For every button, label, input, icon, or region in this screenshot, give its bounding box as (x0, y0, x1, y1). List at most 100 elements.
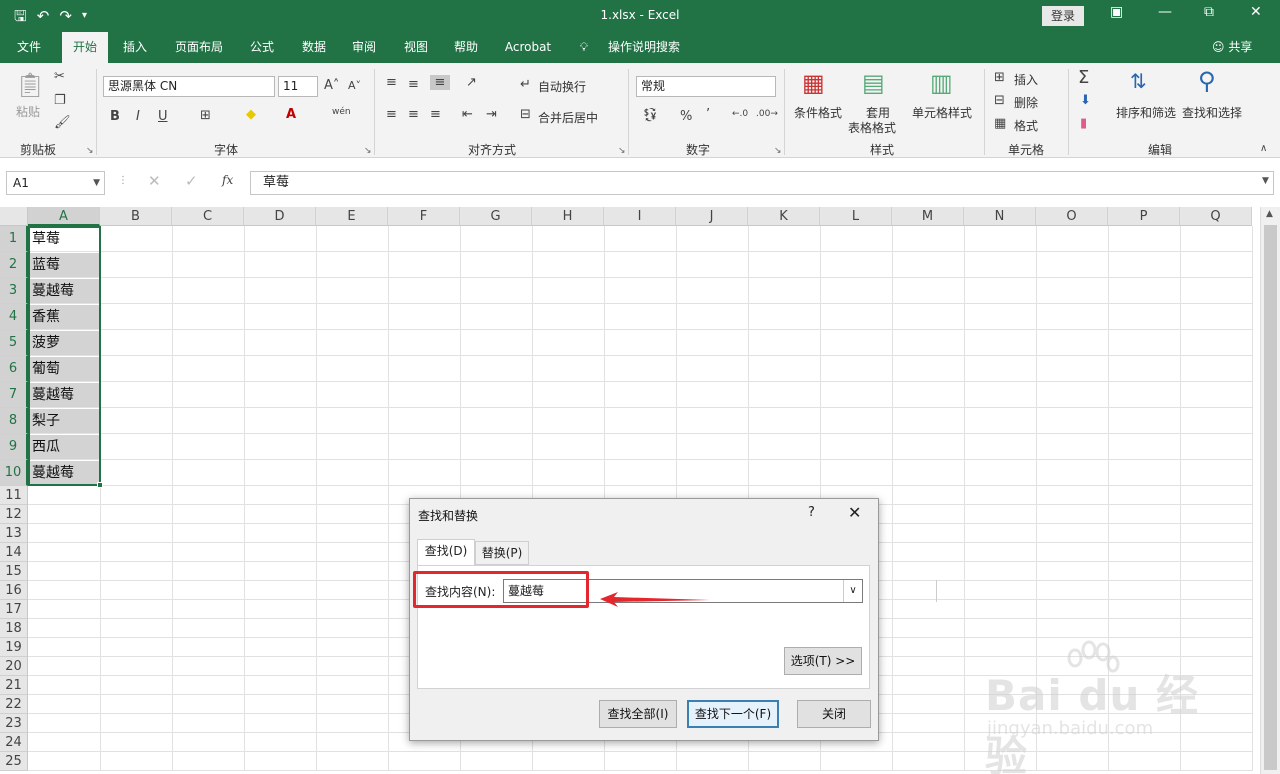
align-middle-icon[interactable]: ≡ (408, 77, 419, 92)
font-size-select[interactable]: 11 (278, 76, 318, 97)
clear-icon[interactable]: ▮ (1080, 116, 1087, 131)
scroll-up-icon[interactable]: ▲ (1266, 209, 1273, 219)
row-header-12[interactable]: 12 (0, 505, 28, 524)
login-button[interactable]: 登录 (1042, 6, 1084, 26)
comma-icon[interactable]: ’ (706, 107, 710, 122)
row-header-8[interactable]: 8 (0, 408, 28, 434)
percent-icon[interactable]: % (680, 109, 692, 124)
tab-review[interactable]: 审阅 (342, 32, 386, 63)
dialog-launcher-icon[interactable]: ↘ (618, 146, 626, 156)
row-header-17[interactable]: 17 (0, 600, 28, 619)
delete-cells-button[interactable]: 删除 (1014, 94, 1038, 111)
row-header-1[interactable]: 1 (0, 226, 28, 252)
ribbon-display-icon[interactable]: ▣ (1110, 4, 1123, 20)
collapse-ribbon-icon[interactable]: ∧ (1260, 143, 1267, 154)
column-header-q[interactable]: Q (1180, 207, 1252, 226)
row-header-11[interactable]: 11 (0, 486, 28, 505)
column-header-b[interactable]: B (100, 207, 172, 226)
format-table-line2[interactable]: 表格格式 (848, 119, 896, 136)
find-select-icon[interactable]: ⚲ (1198, 67, 1216, 95)
insert-cells-button[interactable]: 插入 (1014, 71, 1038, 88)
row-header-20[interactable]: 20 (0, 657, 28, 676)
row-header-14[interactable]: 14 (0, 543, 28, 562)
tab-replace[interactable]: 替换(P) (475, 541, 529, 565)
share-button[interactable]: ☺ 共享 (1212, 32, 1252, 63)
format-cells-button[interactable]: 格式 (1014, 117, 1038, 134)
column-header-d[interactable]: D (244, 207, 316, 226)
dialog-launcher-icon[interactable]: ↘ (364, 146, 372, 156)
tab-formulas[interactable]: 公式 (240, 32, 284, 63)
tab-file[interactable]: 文件 (6, 32, 52, 63)
row-header-21[interactable]: 21 (0, 676, 28, 695)
restore-icon[interactable]: ⧉ (1204, 4, 1214, 20)
close-button[interactable]: 关闭 (797, 700, 871, 728)
formula-input[interactable]: 草莓 (250, 171, 1274, 195)
row-header-3[interactable]: 3 (0, 278, 28, 304)
row-header-22[interactable]: 22 (0, 695, 28, 714)
row-header-18[interactable]: 18 (0, 619, 28, 638)
orientation-icon[interactable]: ↗ (466, 75, 477, 90)
number-format-select[interactable]: 常规 (636, 76, 776, 97)
conditional-format-icon[interactable]: ▦ (802, 69, 825, 97)
borders-icon[interactable]: ⊞ (200, 108, 211, 123)
decrease-decimal-icon[interactable]: .00→ (756, 109, 778, 119)
column-header-j[interactable]: J (676, 207, 748, 226)
phonetic-icon[interactable]: wén (332, 107, 351, 117)
find-next-button[interactable]: 查找下一个(F) (687, 700, 779, 728)
insert-function-icon[interactable]: fx (222, 173, 233, 187)
select-all-corner[interactable] (0, 207, 28, 226)
tab-insert[interactable]: 插入 (112, 32, 158, 63)
column-header-f[interactable]: F (388, 207, 460, 226)
column-header-g[interactable]: G (460, 207, 532, 226)
row-header-16[interactable]: 16 (0, 581, 28, 600)
merge-center-button[interactable]: 合并后居中 (538, 109, 598, 126)
row-header-9[interactable]: 9 (0, 434, 28, 460)
align-top-icon[interactable]: ≡ (386, 75, 397, 90)
scrollbar-thumb[interactable] (1264, 225, 1277, 770)
increase-indent-icon[interactable]: ⇥ (486, 107, 497, 122)
column-header-l[interactable]: L (820, 207, 892, 226)
row-header-13[interactable]: 13 (0, 524, 28, 543)
conditional-format-button[interactable]: 条件格式 (794, 104, 842, 121)
tab-data[interactable]: 数据 (292, 32, 336, 63)
column-header-p[interactable]: P (1108, 207, 1180, 226)
tab-page-layout[interactable]: 页面布局 (168, 32, 230, 63)
row-header-4[interactable]: 4 (0, 304, 28, 330)
format-painter-icon[interactable]: 🖌︎ (54, 115, 71, 130)
column-header-o[interactable]: O (1036, 207, 1108, 226)
options-button[interactable]: 选项(T) >> (784, 647, 862, 675)
minimize-icon[interactable]: — (1158, 4, 1172, 20)
tell-me-search[interactable]: 操作说明搜索 (602, 32, 686, 63)
increase-font-icon[interactable]: A˄ (324, 78, 339, 93)
row-header-2[interactable]: 2 (0, 252, 28, 278)
row-header-24[interactable]: 24 (0, 733, 28, 752)
align-bottom-icon[interactable]: ≡ (430, 75, 450, 90)
wrap-text-button[interactable]: 自动换行 (538, 78, 586, 95)
row-header-15[interactable]: 15 (0, 562, 28, 581)
italic-icon[interactable]: I (136, 109, 140, 124)
align-left-icon[interactable]: ≡ (386, 107, 397, 122)
fill-icon[interactable]: ⬇ (1080, 93, 1091, 108)
column-header-a[interactable]: A (28, 207, 100, 226)
tab-find[interactable]: 查找(D) (417, 539, 475, 565)
column-header-i[interactable]: I (604, 207, 676, 226)
row-header-25[interactable]: 25 (0, 752, 28, 771)
row-header-10[interactable]: 10 (0, 460, 28, 486)
cell-styles-icon[interactable]: ▥ (930, 69, 953, 97)
paste-button[interactable]: 粘贴 (16, 103, 40, 120)
row-header-7[interactable]: 7 (0, 382, 28, 408)
font-name-select[interactable]: 思源黑体 CN (103, 76, 275, 97)
close-icon[interactable]: ✕ (1250, 4, 1262, 20)
font-color-icon[interactable]: A (286, 107, 296, 122)
cell-styles-button[interactable]: 单元格样式 (912, 104, 972, 121)
copy-icon[interactable]: ❐ (54, 93, 66, 108)
dialog-launcher-icon[interactable]: ↘ (86, 146, 94, 156)
sort-filter-button[interactable]: 排序和筛选 (1116, 104, 1176, 121)
close-icon[interactable]: ✕ (848, 503, 861, 522)
find-history-dropdown[interactable] (936, 580, 955, 602)
increase-decimal-icon[interactable]: ←.0 (732, 109, 748, 119)
column-header-c[interactable]: C (172, 207, 244, 226)
name-box[interactable]: A1 ▼ (6, 171, 105, 195)
column-header-m[interactable]: M (892, 207, 964, 226)
find-select-button[interactable]: 查找和选择 (1182, 104, 1242, 121)
